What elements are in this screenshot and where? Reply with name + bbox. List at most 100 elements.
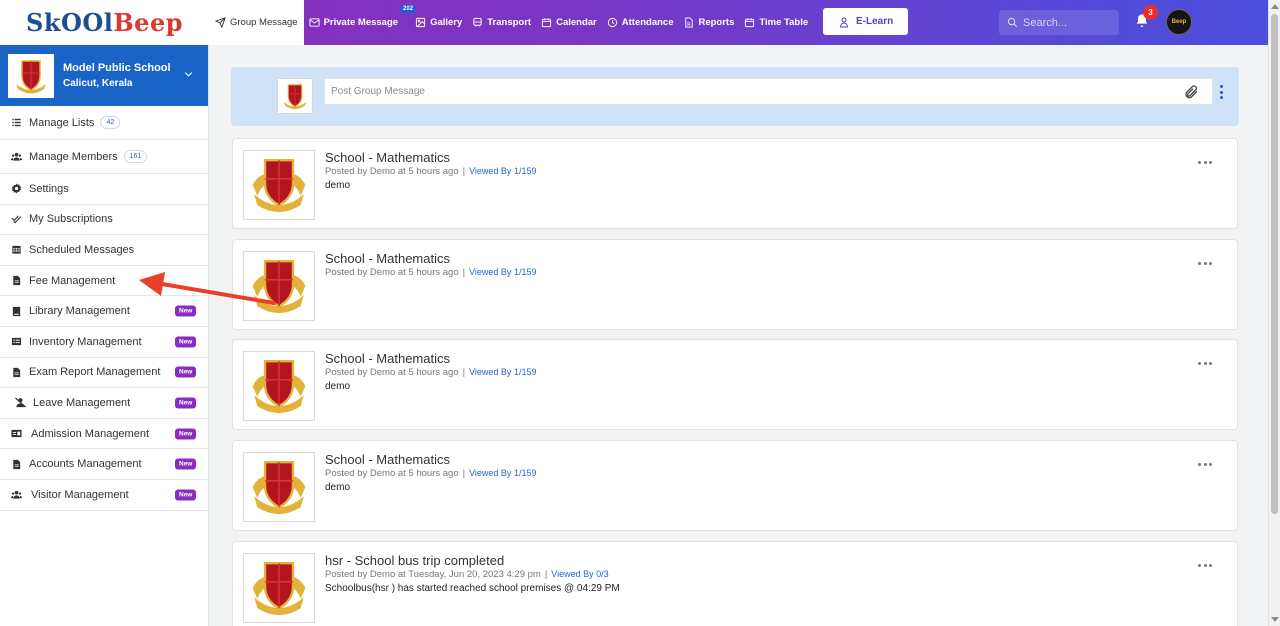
viewed-by-link[interactable]: Viewed By 1/159 [469,468,536,478]
list-icon [11,117,22,128]
id-card-icon [11,428,22,439]
message-card[interactable]: hsr - School bus trip completed Posted by… [232,541,1238,626]
post-group-message-input[interactable]: Post Group Message [324,78,1213,105]
sidebar-item-label: Scheduled Messages [29,243,135,256]
message-more-options-icon[interactable] [1198,564,1212,568]
message-card[interactable]: School - Mathematics Posted by Demo at 5 … [232,138,1238,229]
message-card[interactable]: School - Mathematics Posted by Demo at 5 … [232,440,1238,531]
school-crest-icon [252,461,306,515]
meta-separator: | [462,468,466,479]
composer-avatar [277,78,313,114]
paperclip-icon[interactable] [1183,84,1199,100]
gear-icon [11,183,22,194]
nav-reports[interactable]: Reports [678,0,739,45]
sidebar-item-manage-lists[interactable]: Manage Lists 42 [0,106,208,140]
school-selector[interactable]: Model Public School Calicut, Kerala [0,45,208,106]
user-avatar[interactable]: Beep [1166,9,1192,35]
message-body: Schoolbus(hsr ) has started reached scho… [325,583,620,594]
meta-separator: | [462,166,466,177]
school-location: Calicut, Kerala [63,77,133,89]
message-more-options-icon[interactable] [1198,463,1212,467]
nav-gallery[interactable]: Gallery [410,0,467,45]
search-placeholder: Search... [1023,16,1068,29]
school-crest-icon [252,562,306,616]
document-icon [11,367,22,378]
dot [1209,463,1212,466]
school-crest-icon [16,59,46,93]
viewed-by-link[interactable]: Viewed By 1/159 [469,166,536,176]
notification-count-badge: 3 [1143,5,1158,20]
message-posted-by: Posted by Demo at Tuesday, Jun 20, 2023 … [325,569,541,580]
meta-separator: | [462,367,466,378]
nav-transport[interactable]: Transport [467,0,536,45]
elearn-button[interactable]: E-Learn [823,8,909,35]
sidebar-item-exam-report-management[interactable]: Exam Report Management New [0,358,208,389]
calendar-icon [745,18,755,28]
users-icon [11,489,22,500]
sidebar-item-label: My Subscriptions [29,213,113,226]
viewed-by-link[interactable]: Viewed By 0/3 [551,569,608,579]
new-badge: New [175,397,197,409]
viewed-by-link[interactable]: Viewed By 1/159 [469,367,536,377]
sidebar-item-accounts-management[interactable]: Accounts Management New [0,449,208,480]
sidebar-item-leave-management[interactable]: Leave Management New [0,388,208,419]
school-crest-icon [252,360,306,414]
message-card[interactable]: School - Mathematics Posted by Demo at 5 … [232,339,1238,430]
chevron-down-icon[interactable] [183,67,194,78]
sidebar-item-fee-management[interactable]: Fee Management [0,266,208,297]
nav-time-table[interactable]: Time Table [739,0,813,45]
sidebar-item-label: Manage Lists [29,116,95,129]
sidebar-item-label: Accounts Management [29,458,142,471]
new-badge: New [175,458,197,470]
scroll-down-arrow-icon[interactable] [1271,617,1279,622]
dot [1203,161,1207,164]
message-title: hsr - School bus trip completed [325,553,505,568]
message-avatar [243,150,315,220]
viewed-by-link[interactable]: Viewed By 1/159 [469,267,536,277]
school-crest-icon [252,260,306,314]
message-body: demo [325,381,351,392]
post-composer: Post Group Message [231,67,1239,126]
nav-group-message[interactable]: Group Message [209,0,304,45]
new-badge: New [175,305,197,317]
sidebar-item-visitor-management[interactable]: Visitor Management New [0,480,208,511]
sidebar-item-scheduled-messages[interactable]: Scheduled Messages [0,235,208,266]
school-info: Model Public School Calicut, Kerala [63,60,171,92]
message-avatar [243,452,315,522]
nav-private-message[interactable]: Private Message 202 [304,0,417,45]
sidebar-item-settings[interactable]: Settings [0,174,208,205]
search-input[interactable]: Search... [999,10,1119,35]
message-more-options-icon[interactable] [1198,362,1212,366]
sidebar-item-label: Settings [29,182,69,195]
sidebar-item-inventory-management[interactable]: Inventory Management New [0,327,208,358]
nav-calendar[interactable]: Calendar [536,0,602,45]
scroll-thumb[interactable] [1271,14,1278,514]
composer-more-options-icon[interactable] [1218,85,1224,99]
document-icon [11,459,22,470]
message-more-options-icon[interactable] [1198,161,1212,165]
nav-label: Group Message [230,17,298,28]
composer-placeholder: Post Group Message [331,86,425,97]
message-card[interactable]: School - Mathematics Posted by Demo at 5 … [232,239,1238,330]
bus-icon [473,17,482,27]
school-name: Model Public School [63,61,171,74]
sidebar-item-my-subscriptions[interactable]: My Subscriptions [0,205,208,236]
page-scrollbar[interactable] [1268,0,1280,626]
new-badge: New [175,366,197,378]
sidebar-item-label: Visitor Management [31,488,129,501]
calendar-icon [542,18,552,28]
school-crest-icon [283,84,307,110]
sidebar-item-label: Manage Members [29,150,118,163]
scroll-up-arrow-icon[interactable] [1271,4,1279,9]
message-body: demo [325,180,351,191]
app-logo[interactable]: SkOOl Beep [0,0,209,45]
sidebar-item-admission-management[interactable]: Admission Management New [0,419,208,450]
message-meta: Posted by Demo at 5 hours ago | Viewed By … [325,166,536,177]
sidebar-item-library-management[interactable]: Library Management New [0,296,208,327]
message-more-options-icon[interactable] [1198,262,1212,266]
message-title: School - Mathematics [325,150,450,165]
dot [1198,161,1201,164]
nav-label: Attendance [621,17,674,28]
nav-attendance[interactable]: Attendance [602,0,679,45]
sidebar-item-manage-members[interactable]: Manage Members 161 [0,140,208,174]
